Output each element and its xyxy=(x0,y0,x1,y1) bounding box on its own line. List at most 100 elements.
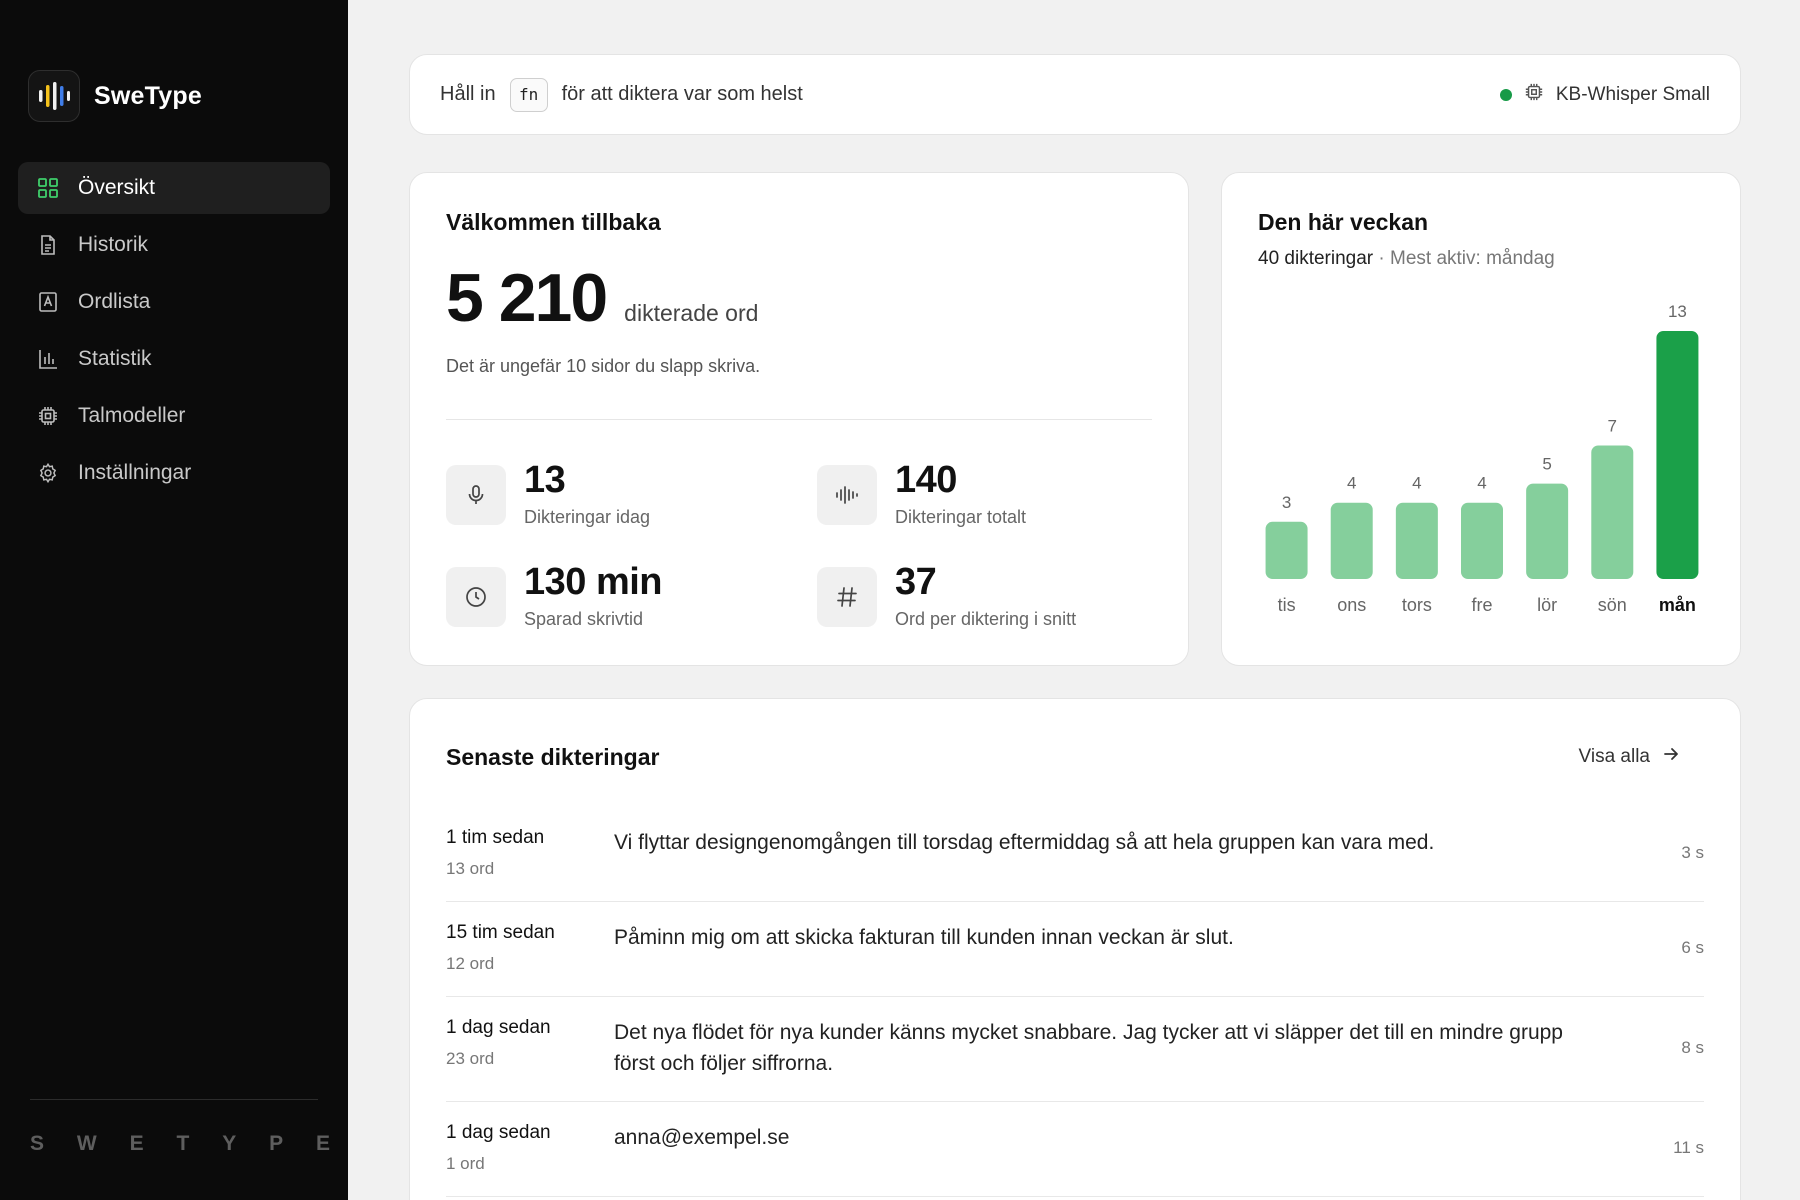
sidebar-item-label: Översikt xyxy=(78,176,156,199)
sidebar-item-label: Statistik xyxy=(78,347,152,370)
row-time: 15 tim sedan xyxy=(446,922,555,943)
chip-icon xyxy=(1524,82,1544,108)
dictation-row[interactable]: 1 dag sedan 1 ord anna@exempel.se 11 s xyxy=(446,1102,1704,1197)
bar-mån xyxy=(1656,331,1699,579)
wordmark-letter: S xyxy=(30,1132,45,1155)
sidebar-wordmark: S W E T Y P E xyxy=(30,1132,330,1156)
fn-key-badge: fn xyxy=(509,77,548,112)
bar-tors xyxy=(1395,502,1438,579)
row-words: 12 ord xyxy=(446,954,495,973)
bar-value-label: 4 xyxy=(1412,474,1421,493)
brand[interactable]: SweType xyxy=(28,70,202,122)
status-dot xyxy=(1499,88,1512,101)
category-label: ons xyxy=(1337,595,1366,615)
sidebar: SweType Översikt Historik Ordlista Stati… xyxy=(0,0,348,1200)
swetype-logo-icon xyxy=(28,70,80,122)
bar-sön xyxy=(1591,445,1634,579)
sidebar-item-talmodeller[interactable]: Talmodeller xyxy=(18,390,330,442)
stat-saved-time: 130 min Sparad skrivtid xyxy=(446,563,663,630)
clock-icon xyxy=(446,566,506,627)
dictation-row[interactable]: 1 dag sedan 23 ord Det nya flödet för ny… xyxy=(446,997,1704,1102)
category-label: lör xyxy=(1537,595,1557,615)
sidebar-item-installningar[interactable]: Inställningar xyxy=(18,447,330,499)
sidebar-item-label: Talmodeller xyxy=(78,404,186,427)
arrow-right-icon xyxy=(1662,745,1680,769)
sidebar-item-statistik[interactable]: Statistik xyxy=(18,333,330,385)
bar-value-label: 4 xyxy=(1347,474,1356,493)
week-subtitle: 40 dikteringar · Mest aktiv: måndag xyxy=(1258,248,1704,270)
sidebar-item-label: Ordlista xyxy=(78,290,151,313)
dictation-row[interactable]: 1 tim sedan 13 ord Vi flyttar designgeno… xyxy=(446,807,1704,902)
week-card: Den här veckan 40 dikteringar · Mest akt… xyxy=(1221,172,1741,666)
row-duration: 6 s xyxy=(1681,938,1704,957)
model-status[interactable]: KB-Whisper Small xyxy=(1499,82,1710,108)
category-label: fre xyxy=(1471,595,1492,615)
row-words: 1 ord xyxy=(446,1154,485,1173)
stat-label: Dikteringar idag xyxy=(524,507,651,527)
words-count: 5 210 xyxy=(446,260,608,336)
waveform-icon xyxy=(817,464,877,525)
brand-name: SweType xyxy=(94,81,202,110)
row-duration: 3 s xyxy=(1681,843,1704,862)
hash-icon xyxy=(817,566,877,627)
week-bar-chart: 3 tis 4 ons 4 tors 4 fre 5 lör 7 sön 13 mån xyxy=(1265,303,1699,615)
wordmark-letter: P xyxy=(269,1132,284,1155)
sidebar-item-oversikt[interactable]: Översikt xyxy=(18,162,330,214)
wordmark-letter: E xyxy=(129,1132,144,1155)
stat-dictations-today: 13 Dikteringar idag xyxy=(446,461,650,528)
sidebar-item-historik[interactable]: Historik xyxy=(18,219,330,271)
week-count: 40 dikteringar xyxy=(1258,248,1374,269)
row-text: anna@exempel.se xyxy=(614,1126,790,1149)
row-text: Vi flyttar designgenomgången till torsda… xyxy=(614,831,1435,854)
bar-chart-icon xyxy=(36,347,60,371)
bar-value-label: 13 xyxy=(1668,303,1687,321)
row-time: 1 dag sedan xyxy=(446,1017,551,1038)
stat-words-per-dictation: 37 Ord per diktering i snitt xyxy=(817,563,1076,630)
bar-value-label: 4 xyxy=(1477,474,1486,493)
view-all-link[interactable]: Visa alla xyxy=(1579,745,1680,769)
bar-ons xyxy=(1330,502,1373,579)
wordmark-letter: T xyxy=(176,1132,190,1155)
week-title: Den här veckan xyxy=(1258,209,1429,235)
view-all-label: Visa alla xyxy=(1578,746,1650,767)
grid-icon xyxy=(36,176,60,200)
document-icon xyxy=(36,233,60,257)
microphone-icon xyxy=(446,464,506,525)
welcome-title: Välkommen tillbaka xyxy=(446,209,661,235)
model-name: KB-Whisper Small xyxy=(1555,83,1710,105)
category-label: mån xyxy=(1659,595,1696,615)
sidebar-item-label: Inställningar xyxy=(78,461,192,484)
stat-value: 37 xyxy=(895,561,937,603)
hotkey-banner: Håll in fn för att diktera var som helst… xyxy=(409,54,1741,135)
category-label: tors xyxy=(1402,595,1432,615)
bar-lör xyxy=(1526,483,1569,579)
sidebar-item-ordlista[interactable]: Ordlista xyxy=(18,276,330,328)
row-text: Det nya flödet för nya kunder känns myck… xyxy=(614,1021,1563,1075)
dictate-text: för att diktera var som helst xyxy=(561,83,803,105)
week-most-active: · Mest aktiv: måndag xyxy=(1373,248,1555,269)
wordmark-letter: W xyxy=(76,1132,97,1155)
bar-fre xyxy=(1461,502,1503,579)
wordmark-letter: E xyxy=(315,1132,330,1155)
category-label: tis xyxy=(1278,595,1296,615)
welcome-card: Välkommen tillbaka 5 210 dikterade ord D… xyxy=(409,172,1189,666)
stat-label: Dikteringar totalt xyxy=(895,507,1027,527)
recent-title: Senaste dikteringar xyxy=(446,743,660,770)
category-label: sön xyxy=(1598,595,1627,615)
sidebar-item-label: Historik xyxy=(78,233,149,256)
stat-dictations-total: 140 Dikteringar totalt xyxy=(817,461,1026,528)
stat-label: Ord per diktering i snitt xyxy=(895,609,1077,629)
sidebar-divider xyxy=(30,1099,318,1100)
row-duration: 11 s xyxy=(1673,1138,1704,1157)
hold-text: Håll in xyxy=(440,83,496,105)
welcome-subtext: Det är ungefär 10 sidor du slapp skriva. xyxy=(446,356,761,376)
bar-value-label: 3 xyxy=(1282,493,1291,512)
welcome-divider xyxy=(446,419,1152,420)
dictation-row[interactable]: 15 tim sedan 12 ord Påminn mig om att sk… xyxy=(446,902,1704,997)
row-duration: 8 s xyxy=(1681,1038,1704,1057)
wordmark-letter: Y xyxy=(222,1132,237,1155)
gear-icon xyxy=(36,461,60,485)
recent-dictations-card: Senaste dikteringar Visa alla 1 tim seda… xyxy=(409,698,1741,1200)
stat-value: 140 xyxy=(895,459,957,501)
words-label: dikterade ord xyxy=(624,300,759,326)
